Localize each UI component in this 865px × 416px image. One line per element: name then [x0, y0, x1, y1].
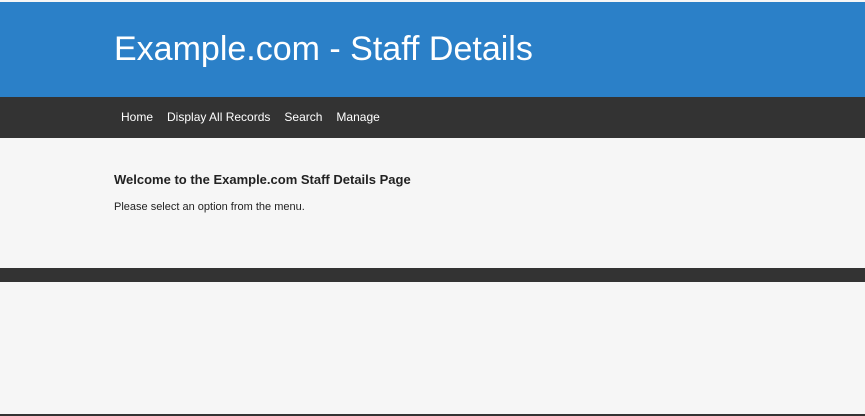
footer-bar: [0, 268, 865, 282]
intro-text: Please select an option from the menu.: [114, 201, 305, 213]
nav-list: Home Display All Records Search Manage: [114, 97, 387, 138]
nav-link-display-all-records[interactable]: Display All Records: [160, 97, 277, 138]
nav-link-manage[interactable]: Manage: [329, 97, 386, 138]
page-background: [0, 282, 865, 414]
nav-item-display-all-records: Display All Records: [160, 97, 277, 138]
main-content: Welcome to the Example.com Staff Details…: [0, 138, 865, 268]
nav-item-manage: Manage: [329, 97, 386, 138]
welcome-heading: Welcome to the Example.com Staff Details…: [114, 172, 411, 187]
nav-link-home[interactable]: Home: [114, 97, 160, 138]
nav-item-search: Search: [277, 97, 329, 138]
site-header: Example.com - Staff Details: [0, 2, 865, 97]
site-title: Example.com - Staff Details: [114, 30, 533, 68]
nav-link-search[interactable]: Search: [277, 97, 329, 138]
main-navigation: Home Display All Records Search Manage: [0, 97, 865, 138]
nav-item-home: Home: [114, 97, 160, 138]
